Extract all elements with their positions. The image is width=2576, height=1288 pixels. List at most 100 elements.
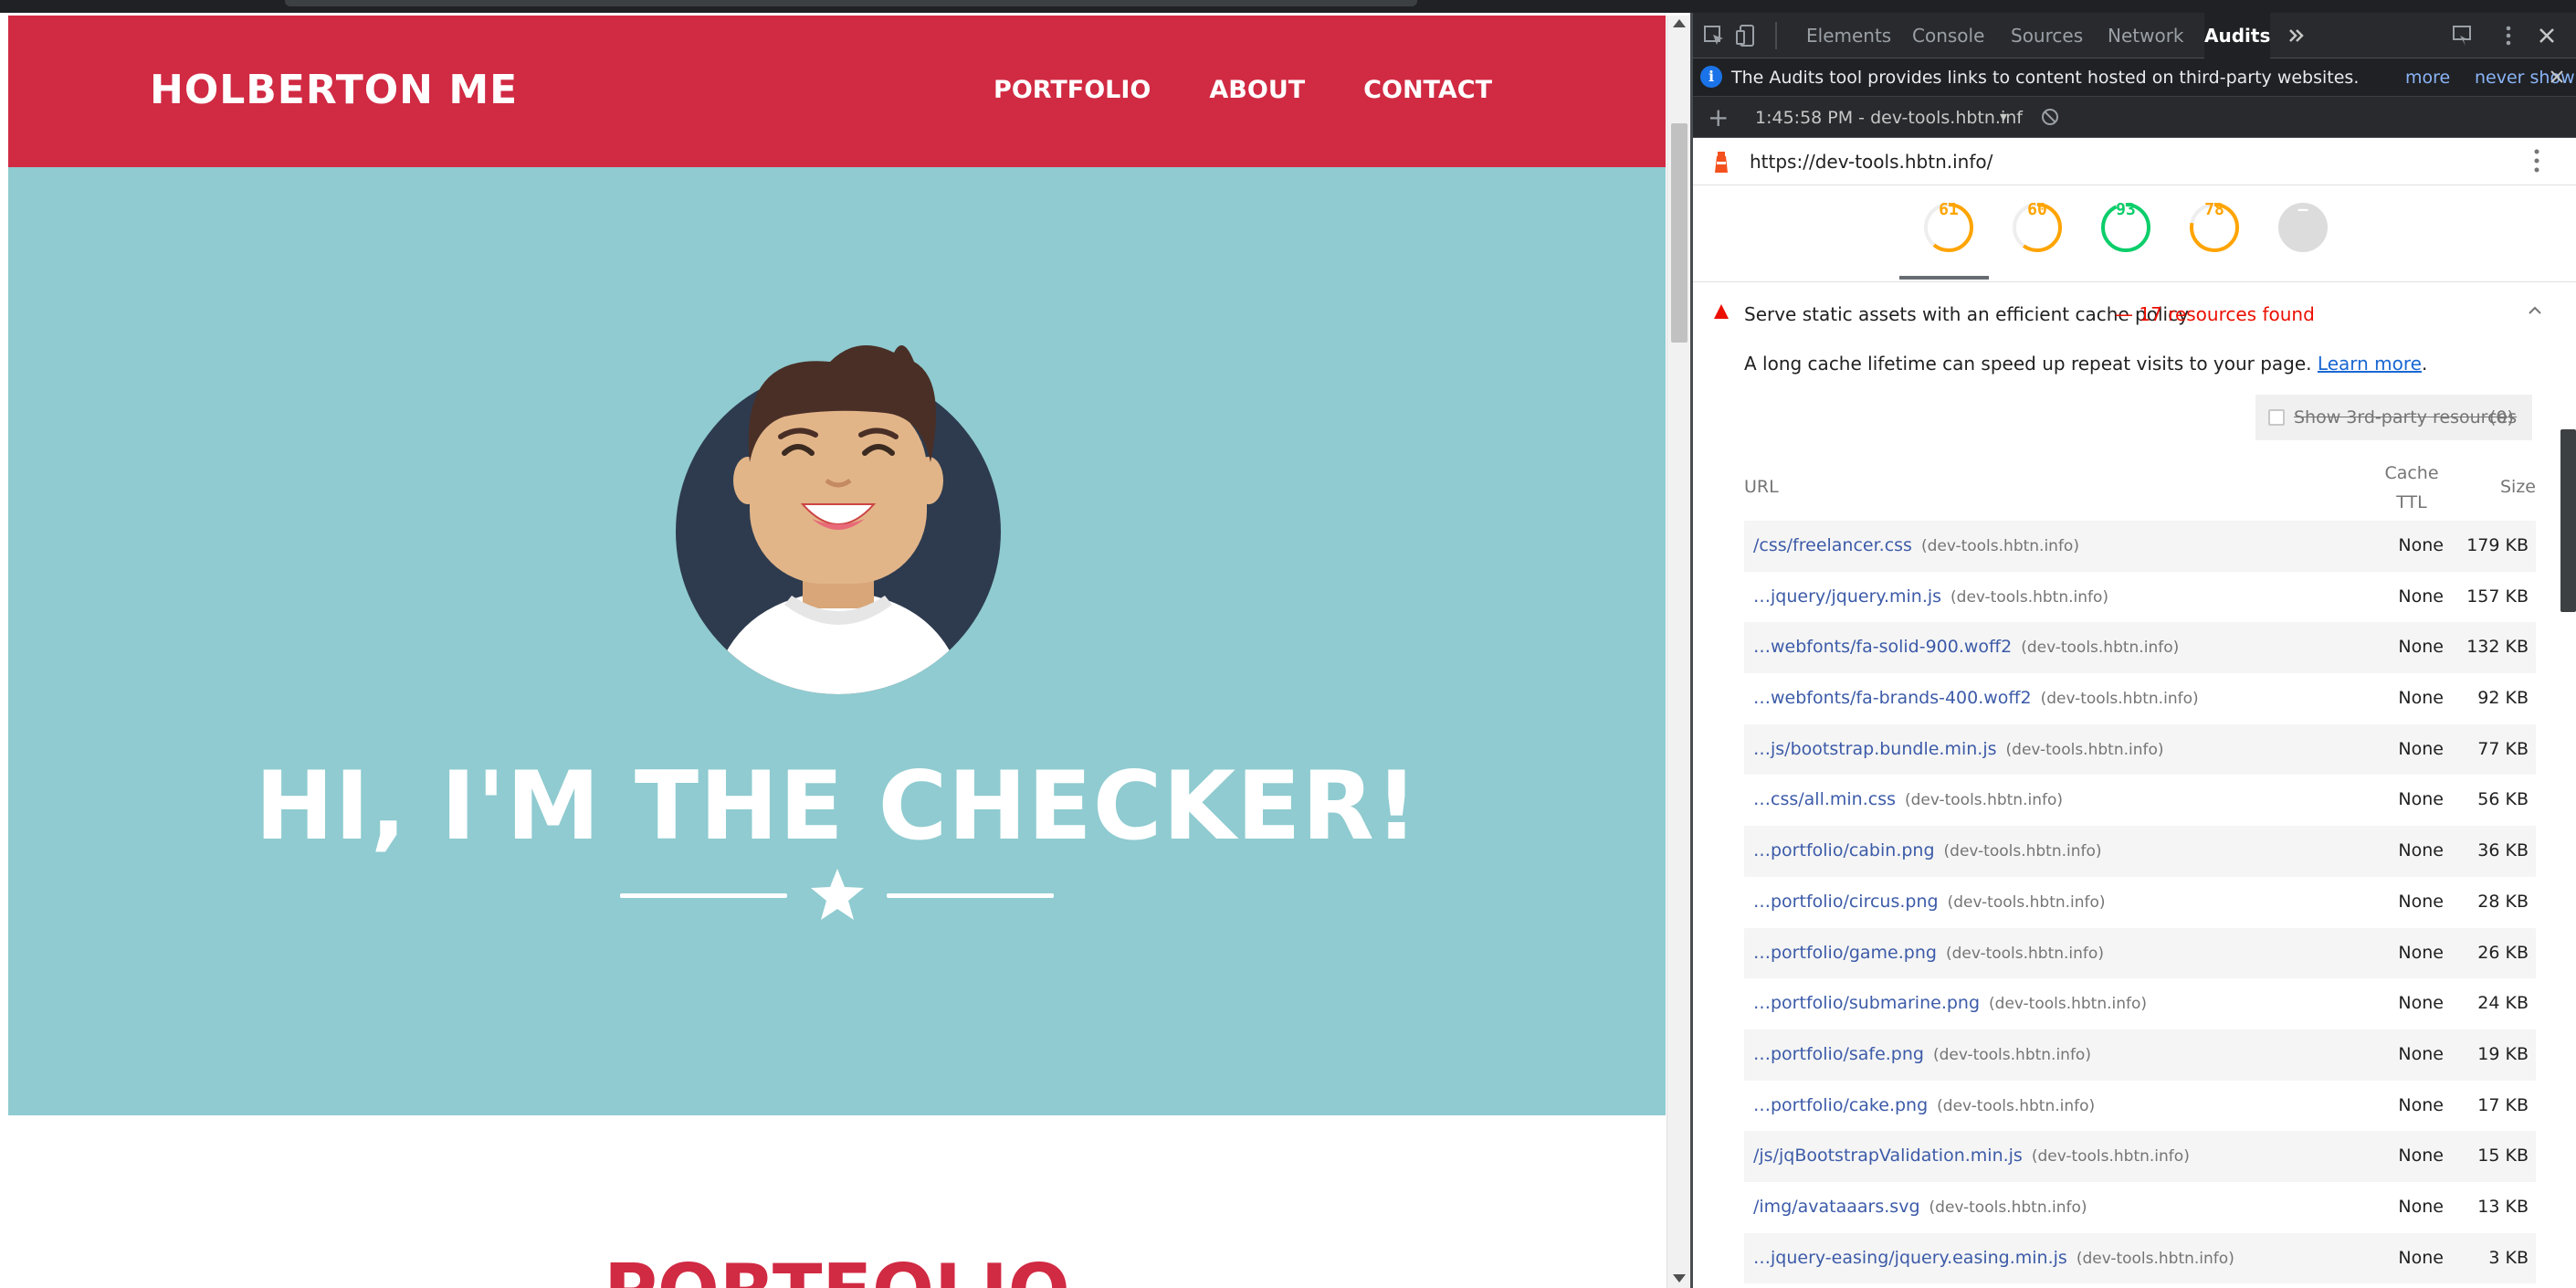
clear-audits-icon[interactable] [2040, 107, 2060, 127]
inspect-element-icon[interactable] [1702, 24, 1726, 48]
resource-size: 36 KB [2477, 840, 2529, 861]
resource-url[interactable]: …webfonts/fa-brands-400.woff2 [1753, 688, 2032, 708]
page-scroll-thumb[interactable] [1671, 123, 1688, 343]
resource-host: (dev-tools.hbtn.info) [2040, 690, 2199, 709]
resource-size: 132 KB [2466, 637, 2529, 658]
resource-url[interactable]: …portfolio/game.png [1753, 943, 1937, 963]
tab-sources[interactable]: Sources [2011, 13, 2083, 58]
notice-more-link[interactable]: more [2405, 68, 2450, 88]
third-party-filter[interactable]: Show 3rd-party resources (0) [2255, 395, 2532, 440]
resource-host: (dev-tools.hbtn.info) [1929, 1198, 2087, 1217]
nav-link-contact[interactable]: CONTACT [1363, 76, 1492, 104]
third-party-checkbox[interactable] [2268, 409, 2285, 426]
device-toolbar-icon[interactable] [1735, 24, 1759, 48]
table-row: …jquery-easing/jquery.easing.min.js (dev-… [1744, 1232, 2536, 1284]
table-row: …js/bootstrap.bundle.min.js (dev-tools.hb… [1744, 723, 2536, 776]
audit-found-count: — 17 resources found [2115, 303, 2315, 325]
address-bar-edge [285, 0, 1417, 6]
resource-url-link[interactable]: /js/jqBootstrapValidation.min.js (dev-too… [1753, 1145, 2190, 1166]
close-notice-icon[interactable] [2548, 68, 2566, 86]
hero-title: HI, I'M THE CHECKER! [255, 752, 1419, 861]
feedback-icon[interactable] [2451, 24, 2475, 48]
resource-host: (dev-tools.hbtn.info) [1932, 1045, 2091, 1064]
resource-url[interactable]: /css/freelancer.css [1753, 535, 1912, 555]
resource-url-link[interactable]: …portfolio/submarine.png (dev-tools.hbtn.… [1753, 993, 2147, 1013]
nav-link-about[interactable]: ABOUT [1209, 76, 1305, 104]
resource-url-link[interactable]: …webfonts/fa-brands-400.woff2 (dev-tools.… [1753, 688, 2199, 708]
resource-url[interactable]: …portfolio/cake.png [1753, 1095, 1928, 1115]
resource-url[interactable]: …webfonts/fa-solid-900.woff2 [1753, 637, 2012, 657]
new-audit-icon[interactable]: + [1708, 102, 1729, 132]
resource-url-link[interactable]: …webfonts/fa-solid-900.woff2 (dev-tools.h… [1753, 637, 2179, 657]
score-gauge[interactable]: – [2276, 200, 2330, 255]
score-gauge[interactable]: 61 [1921, 200, 1976, 255]
resource-size: 26 KB [2477, 942, 2529, 963]
resource-cache-ttl: None [2398, 840, 2444, 861]
brand-logo[interactable]: HOLBERTON ME [150, 67, 518, 113]
resource-size: 179 KB [2466, 535, 2529, 555]
lighthouse-icon [1715, 152, 1728, 173]
resource-url[interactable]: …css/all.min.css [1753, 789, 1896, 809]
divider-line-right [887, 893, 1054, 898]
score-gauge[interactable]: 78 [2187, 200, 2242, 255]
more-tabs-chevron-icon[interactable] [2285, 24, 2308, 48]
resource-url-link[interactable]: /img/avataaars.svg (dev-tools.hbtn.info) [1753, 1197, 2087, 1217]
resource-table: /css/freelancer.css (dev-tools.hbtn.info)… [1744, 521, 2536, 1284]
report-menu-icon[interactable] [2533, 147, 2540, 174]
resource-url-link[interactable]: …portfolio/cake.png (dev-tools.hbtn.info) [1753, 1095, 2095, 1115]
resource-url[interactable]: …js/bootstrap.bundle.min.js [1753, 739, 1997, 759]
page-scrollbar[interactable] [1667, 16, 1690, 1288]
close-devtools-icon[interactable] [2535, 24, 2559, 48]
learn-more-link[interactable]: Learn more [2318, 353, 2422, 375]
tab-audits[interactable]: Audits [2204, 13, 2270, 58]
table-row: /css/freelancer.css (dev-tools.hbtn.info)… [1744, 521, 2536, 572]
resource-size: 17 KB [2477, 1094, 2529, 1115]
resource-cache-ttl: None [2398, 535, 2444, 555]
resource-size: 3 KB [2488, 1247, 2529, 1268]
resource-url-link[interactable]: …portfolio/cabin.png (dev-tools.hbtn.info… [1753, 840, 2102, 860]
resource-url-link[interactable]: …js/bootstrap.bundle.min.js (dev-tools.hb… [1753, 739, 2164, 759]
scroll-down-icon[interactable] [1673, 1274, 1686, 1283]
resource-url-link[interactable]: …css/all.min.css (dev-tools.hbtn.info) [1753, 789, 2063, 809]
nav-link-portfolio[interactable]: PORTFOLIO [994, 76, 1151, 104]
tab-elements[interactable]: Elements [1806, 13, 1891, 58]
resource-host: (dev-tools.hbtn.info) [1950, 587, 2109, 607]
resource-url[interactable]: /img/avataaars.svg [1753, 1197, 1920, 1217]
score-gauge[interactable]: 60 [2010, 200, 2065, 255]
report-url[interactable]: https://dev-tools.hbtn.info/ [1750, 151, 1992, 173]
devtools-menu-icon[interactable] [2497, 24, 2520, 48]
web-page: HOLBERTON ME PORTFOLIO ABOUT CONTACT HI,… [8, 16, 1666, 1288]
audit-description: A long cache lifetime can speed up repea… [1744, 353, 2428, 375]
devtools-scroll-thumb[interactable] [2560, 429, 2576, 612]
resource-url[interactable]: …portfolio/submarine.png [1753, 993, 1980, 1013]
third-party-notice: i The Audits tool provides links to cont… [1693, 58, 2576, 97]
tab-console[interactable]: Console [1912, 13, 1984, 58]
resource-url-link[interactable]: …jquery-easing/jquery.easing.min.js (dev-… [1753, 1248, 2234, 1268]
resource-url[interactable]: …portfolio/circus.png [1753, 892, 1939, 912]
resource-url[interactable]: …jquery/jquery.min.js [1753, 586, 1941, 607]
info-icon: i [1700, 66, 1722, 88]
resource-url[interactable]: …jquery-easing/jquery.easing.min.js [1753, 1248, 2067, 1268]
audit-run-select[interactable]: 1:45:58 PM - dev-tools.hbtn.inf [1755, 108, 2023, 128]
collapse-chevron-icon[interactable] [2526, 301, 2544, 320]
resource-cache-ttl: None [2398, 1043, 2444, 1064]
resource-url-link[interactable]: …portfolio/game.png (dev-tools.hbtn.info) [1753, 943, 2104, 963]
resource-url-link[interactable]: …portfolio/circus.png (dev-tools.hbtn.inf… [1753, 892, 2106, 912]
nav-links: PORTFOLIO ABOUT CONTACT [994, 76, 1492, 104]
resource-url[interactable]: …portfolio/cabin.png [1753, 840, 1935, 860]
audit-item-header[interactable]: Serve static assets with an efficient ca… [1693, 287, 2576, 338]
resource-cache-ttl: None [2398, 637, 2444, 658]
resource-url-link[interactable]: …portfolio/safe.png (dev-tools.hbtn.info) [1753, 1044, 2091, 1064]
tab-network[interactable]: Network [2108, 13, 2184, 58]
resource-url[interactable]: …portfolio/safe.png [1753, 1044, 1924, 1064]
scroll-up-icon[interactable] [1673, 19, 1686, 27]
resource-url-link[interactable]: /css/freelancer.css (dev-tools.hbtn.info) [1753, 535, 2079, 555]
resource-url-link[interactable]: …jquery/jquery.min.js (dev-tools.hbtn.inf… [1753, 586, 2108, 607]
notice-text: The Audits tool provides links to conten… [1731, 68, 2360, 88]
star-divider [620, 867, 1054, 925]
score-value: 93 [2116, 200, 2136, 219]
dropdown-caret-icon[interactable]: ▾ [2000, 108, 2007, 125]
resource-url[interactable]: /js/jqBootstrapValidation.min.js [1753, 1145, 2023, 1166]
resource-size: 157 KB [2466, 586, 2529, 607]
score-gauge[interactable]: 93 [2098, 200, 2153, 255]
